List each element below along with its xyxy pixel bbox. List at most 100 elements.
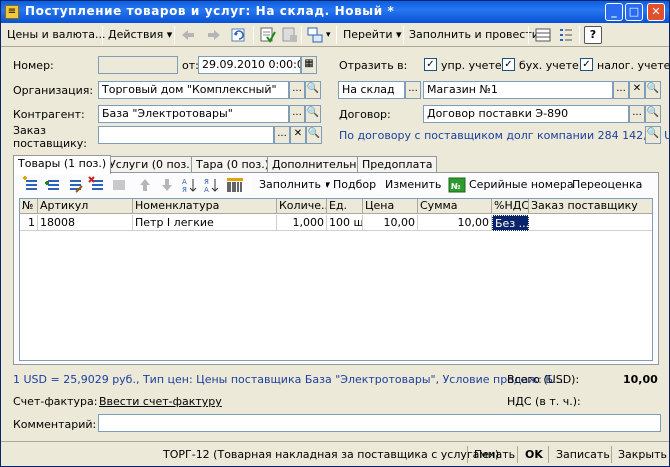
warehouse-clear-icon[interactable]: ✕ [629, 81, 645, 99]
tab-prepayment[interactable]: Предоплата [357, 156, 438, 173]
warehouse-search-icon[interactable]: 🔍 [645, 81, 661, 99]
currency-info-link[interactable]: 1 USD = 25,9029 руб., Тип цен: Цены пост… [13, 373, 563, 386]
supplier-order-field[interactable] [98, 126, 274, 144]
post-document-icon[interactable] [259, 26, 277, 44]
storage-type-field[interactable]: На склад [338, 81, 405, 99]
warehouse-select-button[interactable]: ... [613, 81, 629, 99]
reprice-button[interactable]: Переоценка [569, 175, 645, 195]
fill-menu[interactable]: Заполнить ▾ [256, 175, 333, 195]
supplier-order-clear-icon[interactable]: ✕ [290, 126, 306, 144]
column-header-number[interactable]: № [20, 199, 38, 214]
copy-row-icon[interactable] [44, 176, 62, 194]
serial-numbers-icon[interactable]: № [448, 176, 466, 194]
table-cell-number[interactable]: 1 [20, 215, 38, 231]
sort-asc-icon[interactable]: AЯ [180, 176, 198, 194]
table-cell-price[interactable]: 10,00 [363, 215, 418, 231]
enter-invoice-link[interactable]: Ввести счет-фактуру [99, 395, 222, 408]
torg12-print-form-button[interactable]: ТОРГ-12 (Товарная накладная за поставщик… [163, 445, 499, 465]
print-button[interactable]: Печать [474, 445, 515, 465]
debt-info-link[interactable]: По договору с поставщиком долг компании … [339, 129, 670, 142]
goods-panel: AЯ ЯA Заполнить ▾ Подбор Изменить № Сери… [13, 172, 659, 365]
debt-info-search-icon[interactable]: 🔍 [645, 126, 661, 144]
table-cell-sum[interactable]: 10,00 [418, 215, 492, 231]
barcode-icon[interactable] [226, 176, 244, 194]
column-header-nomenclature[interactable]: Номенклатура [133, 199, 277, 214]
table-view-icon[interactable] [534, 26, 552, 44]
contragent-label: Контрагент: [13, 108, 85, 121]
column-header-supplier-order[interactable]: Заказ поставщику [529, 199, 652, 214]
table-cell-vat-rate[interactable]: Без ... [492, 215, 529, 231]
table-cell-article[interactable]: 18008 [38, 215, 133, 231]
tax-accounting-checkbox[interactable]: ✓ [580, 58, 593, 71]
vat-label: НДС (в т. ч.): [507, 395, 581, 408]
contract-search-icon[interactable]: 🔍 [645, 105, 661, 123]
organization-select-button[interactable]: ... [289, 81, 305, 99]
column-header-vat-rate[interactable]: %НДС [492, 199, 529, 214]
number-field[interactable] [98, 56, 178, 74]
goto-menu[interactable]: Перейти ▾ [340, 25, 405, 45]
help-button[interactable]: ? [584, 26, 602, 44]
tab-goods[interactable]: Товары (1 поз.) [13, 155, 112, 174]
svg-text:Я: Я [204, 178, 209, 186]
contragent-search-icon[interactable]: 🔍 [305, 105, 321, 123]
supplier-order-search-icon[interactable]: 🔍 [306, 126, 322, 144]
sort-desc-icon[interactable]: ЯA [202, 176, 220, 194]
forward-arrow-icon[interactable] [205, 26, 223, 44]
tab-services[interactable]: Услуги (0 поз.) [104, 156, 200, 173]
minimize-button[interactable]: _ [605, 3, 623, 21]
unpost-document-icon[interactable] [281, 26, 299, 44]
move-down-icon[interactable] [158, 176, 176, 194]
contragent-field[interactable]: База "Электротовары" [98, 105, 289, 123]
serial-numbers-button[interactable]: Серийные номера [466, 175, 577, 195]
delete-row-icon[interactable] [88, 176, 106, 194]
edit-row-icon[interactable] [66, 176, 84, 194]
close-window-button[interactable]: ✕ [647, 3, 665, 21]
fill-and-post-button[interactable]: Заполнить и провести [406, 25, 542, 45]
move-up-icon[interactable] [136, 176, 154, 194]
upr-accounting-label: упр. учете [441, 59, 502, 72]
end-edit-icon[interactable] [110, 176, 128, 194]
maximize-button[interactable]: □ [625, 3, 643, 21]
structure-icon[interactable] [306, 26, 324, 44]
table-cell-supplier-order[interactable] [529, 215, 652, 231]
refresh-icon[interactable] [230, 26, 248, 44]
svg-text:№: № [451, 182, 461, 191]
supplier-order-select-button[interactable]: ... [274, 126, 290, 144]
storage-type-select-button[interactable]: ... [405, 81, 421, 99]
close-button[interactable]: Закрыть [618, 445, 667, 465]
bottom-bar: ТОРГ-12 (Товарная накладная за поставщик… [1, 441, 669, 466]
organization-field[interactable]: Торговый дом "Комплексный" [98, 81, 289, 99]
actions-menu[interactable]: Действия ▾ [105, 25, 175, 45]
column-header-sum[interactable]: Сумма [418, 199, 492, 214]
goods-table[interactable]: № Артикул Номенклатура Количе... Ед. Цен… [19, 198, 653, 361]
upr-accounting-checkbox[interactable]: ✓ [424, 58, 437, 71]
organization-search-icon[interactable]: 🔍 [305, 81, 321, 99]
warehouse-field[interactable]: Магазин №1 [423, 81, 613, 99]
column-header-quantity[interactable]: Количе... [277, 199, 327, 214]
change-button[interactable]: Изменить [382, 175, 444, 195]
column-header-article[interactable]: Артикул [38, 199, 133, 214]
structure-dropdown-arrow[interactable]: ▾ [323, 25, 334, 45]
tab-containers[interactable]: Тара (0 поз.) [191, 156, 275, 173]
contract-select-button[interactable]: ... [629, 105, 645, 123]
date-field[interactable]: 29.09.2010 0:00:00 [198, 56, 301, 74]
contract-field[interactable]: Договор поставки Э-890 [423, 105, 629, 123]
select-button[interactable]: Подбор [330, 175, 379, 195]
calendar-icon[interactable]: ▦ [301, 56, 317, 74]
table-cell-quantity[interactable]: 1,000 [277, 215, 327, 231]
buh-accounting-checkbox[interactable]: ✓ [502, 58, 515, 71]
ok-button[interactable]: OK [525, 445, 543, 465]
comment-field[interactable] [98, 414, 661, 432]
contragent-select-button[interactable]: ... [289, 105, 305, 123]
save-button[interactable]: Записать [556, 445, 610, 465]
prices-currency-button[interactable]: Цены и валюта... [4, 25, 108, 45]
add-row-icon[interactable] [22, 176, 40, 194]
table-cell-nomenclature[interactable]: Петр I легкие [133, 215, 277, 231]
back-arrow-icon[interactable] [179, 26, 197, 44]
button-separator [611, 446, 612, 463]
table-cell-unit[interactable]: 100 шт [327, 215, 363, 231]
column-header-unit[interactable]: Ед. [327, 199, 363, 214]
list-settings-icon[interactable] [557, 26, 575, 44]
tab-additional[interactable]: Дополнительно [267, 156, 369, 173]
column-header-price[interactable]: Цена [363, 199, 418, 214]
